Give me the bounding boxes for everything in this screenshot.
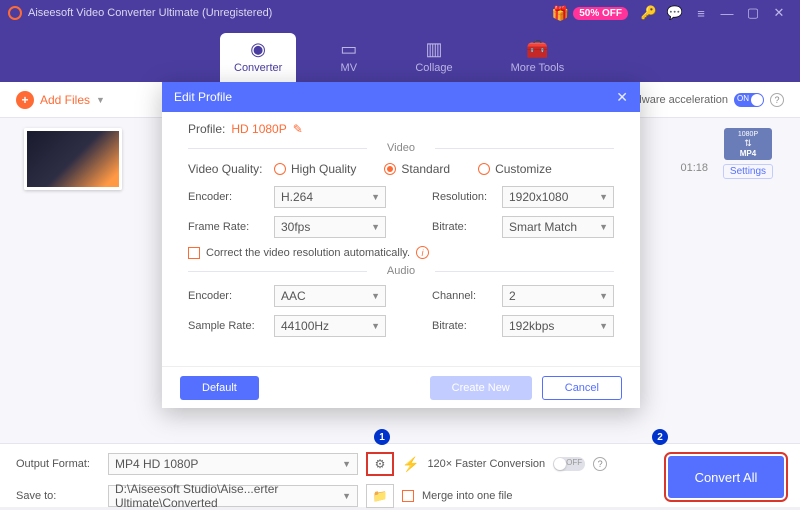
faster-label: 120× Faster Conversion (427, 458, 545, 470)
collage-icon: ▥ (425, 39, 442, 60)
help-icon[interactable]: ? (593, 457, 607, 471)
channel-select[interactable]: 2▼ (502, 285, 614, 307)
promo-badge[interactable]: 🎁 50% OFF (552, 5, 628, 22)
dialog-title: Edit Profile (174, 90, 232, 104)
resolution-label: Resolution: (432, 191, 502, 203)
menu-icon[interactable]: ≡ (692, 4, 710, 22)
callout-marker-1: 1 (374, 429, 390, 445)
convert-all-button[interactable]: Convert All (668, 456, 784, 498)
merge-checkbox[interactable] (402, 490, 414, 502)
discount-label: 50% OFF (573, 7, 628, 20)
bolt-icon: ⚡ (402, 456, 419, 473)
minimize-icon[interactable]: — (718, 4, 736, 22)
save-to-select[interactable]: D:\Aiseesoft Studio\Aise...erter Ultimat… (108, 485, 358, 507)
app-title: Aiseesoft Video Converter Ultimate (Unre… (28, 7, 552, 19)
tools-icon: 🧰 (526, 39, 548, 60)
radio-customize[interactable]: Customize (478, 162, 552, 176)
output-format-select[interactable]: MP4 HD 1080P▼ (108, 453, 358, 475)
create-new-button[interactable]: Create New (430, 376, 532, 400)
edit-icon[interactable]: ✎ (293, 122, 303, 136)
hw-accel-label: rdware acceleration (632, 94, 728, 106)
audio-section-title: Audio (188, 265, 614, 277)
arrows-icon: ⇅ (744, 138, 752, 149)
profile-settings-button[interactable]: ⚙ (366, 452, 394, 476)
plus-icon: + (16, 91, 34, 109)
chevron-down-icon: ▼ (96, 95, 105, 105)
tab-label: MV (341, 62, 358, 74)
tab-converter[interactable]: ◉ Converter (220, 33, 296, 82)
audio-encoder-select[interactable]: AAC▼ (274, 285, 386, 307)
open-folder-button[interactable]: 📁 (366, 484, 394, 508)
tab-more-tools[interactable]: 🧰 More Tools (497, 33, 579, 82)
mv-icon: ▭ (340, 39, 357, 60)
merge-label: Merge into one file (422, 490, 513, 502)
format-resolution: 1080P (738, 131, 758, 138)
cancel-button[interactable]: Cancel (542, 376, 622, 400)
format-badge[interactable]: 1080P ⇅ MP4 (724, 128, 772, 160)
main-tabs: ◉ Converter ▭ MV ▥ Collage 🧰 More Tools (0, 26, 800, 82)
samplerate-label: Sample Rate: (188, 320, 274, 332)
close-window-icon[interactable]: ✕ (770, 4, 788, 22)
auto-correct-checkbox[interactable] (188, 247, 200, 259)
video-bitrate-label: Bitrate: (432, 221, 502, 233)
video-thumbnail[interactable] (24, 128, 122, 190)
add-files-button[interactable]: + Add Files ▼ (16, 91, 105, 109)
radio-high-quality[interactable]: High Quality (274, 162, 356, 176)
info-icon[interactable]: i (416, 246, 429, 259)
audio-bitrate-select[interactable]: 192kbps▼ (502, 315, 614, 337)
video-encoder-label: Encoder: (188, 191, 274, 203)
video-bitrate-select[interactable]: Smart Match▼ (502, 216, 614, 238)
callout-marker-2: 2 (652, 429, 668, 445)
tab-label: More Tools (511, 62, 565, 74)
bottom-bar: Output Format: MP4 HD 1080P▼ ⚙ ⚡ 120× Fa… (0, 443, 800, 507)
gift-icon: 🎁 (552, 5, 569, 22)
tab-label: Converter (234, 62, 282, 74)
tab-collage[interactable]: ▥ Collage (401, 33, 466, 82)
framerate-select[interactable]: 30fps▼ (274, 216, 386, 238)
tab-mv[interactable]: ▭ MV (326, 33, 371, 82)
close-icon[interactable]: ✕ (616, 89, 628, 106)
converter-icon: ◉ (250, 39, 266, 60)
tab-label: Collage (415, 62, 452, 74)
edit-profile-dialog: Edit Profile ✕ Profile: HD 1080P ✎ Video… (162, 82, 640, 408)
help-icon[interactable]: ? (770, 93, 784, 107)
faster-toggle[interactable] (553, 457, 585, 471)
format-ext: MP4 (740, 149, 756, 158)
folder-icon: 📁 (373, 489, 388, 503)
hw-accel-toggle[interactable] (734, 93, 764, 107)
duration-label: 01:18 (680, 162, 708, 174)
audio-encoder-label: Encoder: (188, 290, 274, 302)
video-quality-label: Video Quality: (188, 162, 274, 176)
profile-value: HD 1080P (231, 122, 286, 136)
feedback-icon[interactable]: 💬 (666, 4, 684, 22)
output-format-label: Output Format: (16, 458, 100, 470)
add-files-label: Add Files (40, 93, 90, 107)
video-section-title: Video (188, 142, 614, 154)
gear-icon: ⚙ (375, 457, 386, 471)
radio-standard[interactable]: Standard (384, 162, 450, 176)
default-button[interactable]: Default (180, 376, 259, 400)
settings-link[interactable]: Settings (723, 164, 773, 179)
channel-label: Channel: (432, 290, 502, 302)
video-encoder-select[interactable]: H.264▼ (274, 186, 386, 208)
save-to-label: Save to: (16, 490, 100, 502)
auto-correct-label: Correct the video resolution automatical… (206, 247, 410, 259)
samplerate-select[interactable]: 44100Hz▼ (274, 315, 386, 337)
app-logo-icon (8, 6, 22, 20)
framerate-label: Frame Rate: (188, 221, 274, 233)
titlebar: Aiseesoft Video Converter Ultimate (Unre… (0, 0, 800, 26)
maximize-icon[interactable]: ▢ (744, 4, 762, 22)
resolution-select[interactable]: 1920x1080▼ (502, 186, 614, 208)
profile-label: Profile: (188, 122, 225, 136)
dialog-header: Edit Profile ✕ (162, 82, 640, 112)
audio-bitrate-label: Bitrate: (432, 320, 502, 332)
key-icon[interactable]: 🔑 (640, 4, 658, 22)
